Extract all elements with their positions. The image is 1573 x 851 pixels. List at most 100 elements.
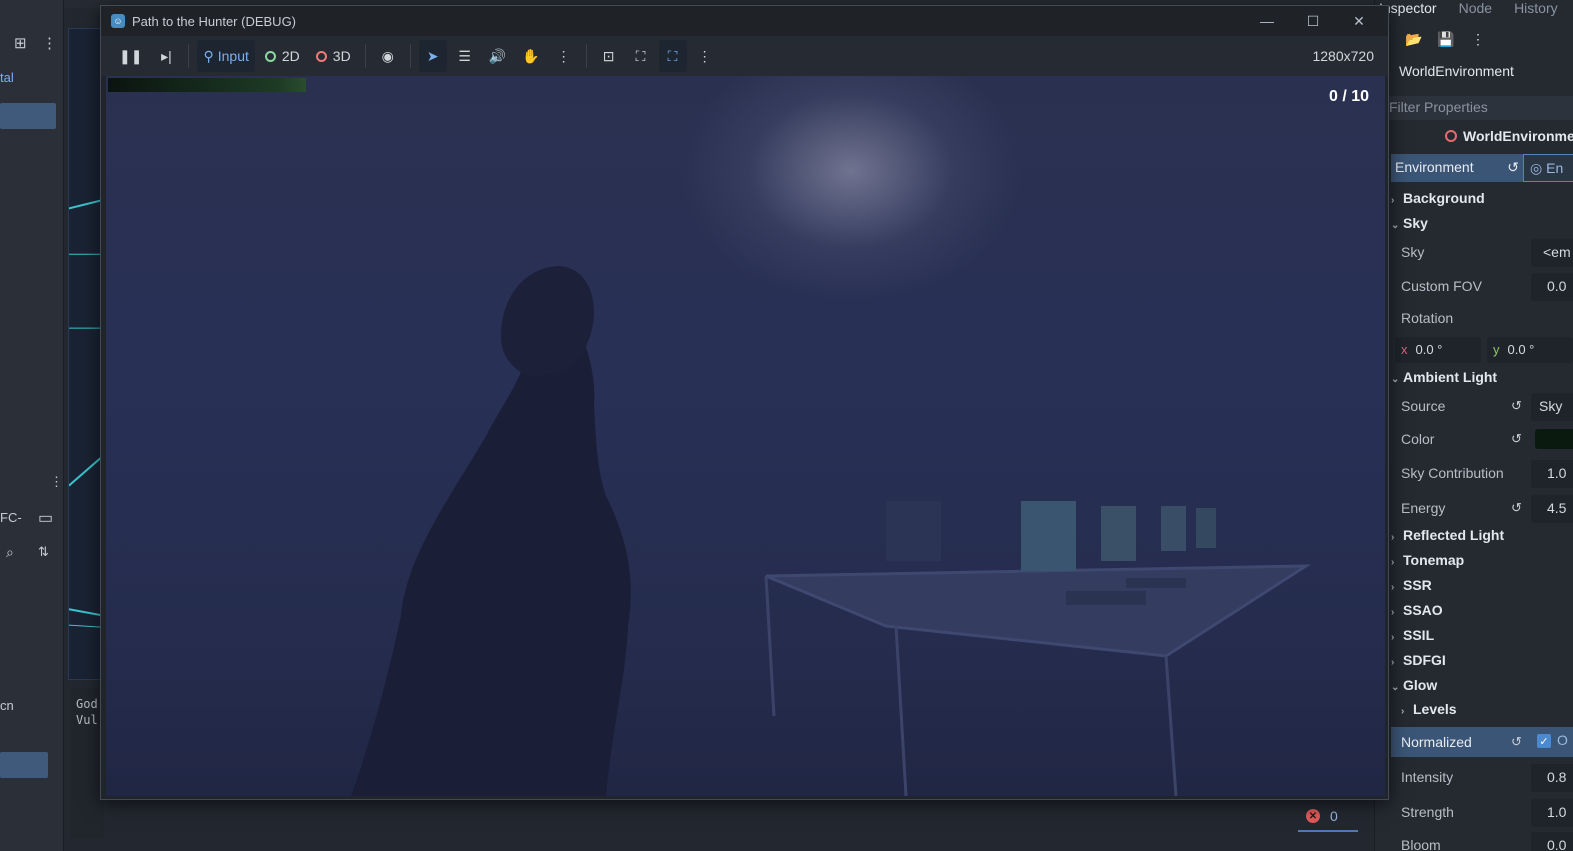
rotation-y-input[interactable]: y 0.0 ° (1487, 337, 1573, 363)
error-counter-button[interactable]: ✕ 0 (1298, 802, 1358, 832)
list-select-icon[interactable]: ☰ (451, 40, 479, 72)
section-ssr[interactable]: › SSR (1391, 577, 1432, 593)
revert-icon[interactable]: ↺ (1507, 159, 1519, 177)
intensity-input[interactable]: 0.8 (1531, 764, 1573, 792)
add-node-icon[interactable]: ⊞ (14, 34, 27, 52)
color-picker[interactable] (1535, 429, 1573, 449)
resource-header[interactable]: WorldEnvironment (1445, 128, 1573, 144)
window-titlebar[interactable]: ☺ Path to the Hunter (DEBUG) — ☐ ✕ (101, 6, 1388, 36)
audio-icon[interactable]: 🔊 (483, 40, 512, 72)
normalized-checkbox[interactable]: ✓ (1537, 734, 1551, 748)
environment-label: Environment (1395, 159, 1474, 175)
mode-3d-button[interactable]: 3D (310, 40, 357, 72)
input-mode-button[interactable]: ⚲ Input (197, 40, 255, 72)
toolbar-separator (585, 44, 587, 68)
node3d-icon (315, 50, 327, 62)
prop-rotation: Rotation (1401, 310, 1454, 326)
section-sky[interactable]: ⌄ Sky (1391, 215, 1428, 231)
source-dropdown[interactable]: Sky (1531, 393, 1573, 421)
focus-icon[interactable]: ⊡ (595, 40, 623, 72)
section-ssil[interactable]: › SSIL (1391, 627, 1434, 643)
section-ambient-light[interactable]: ⌄ Ambient Light (1391, 369, 1497, 385)
prop-sky: Sky <em (1391, 237, 1573, 267)
filter-properties-input[interactable]: Filter Properties (1383, 96, 1573, 120)
left-dock: ⊞ ⋮ tal ⋮ FC- ▭ ⌕ ⇅ cn (0, 0, 64, 851)
selected-node-name[interactable]: WorldEnvironment (1399, 63, 1514, 79)
window-icon[interactable]: ▭ (38, 508, 53, 528)
desktop: ⊞ ⋮ tal ⋮ FC- ▭ ⌕ ⇅ cn God Vul ✕ 0 Inspe… (0, 0, 1573, 851)
section-background[interactable]: › Background (1391, 190, 1485, 206)
node2d-icon (264, 50, 276, 62)
prop-bloom: Bloom 0.0 (1391, 830, 1573, 851)
select-arrow-icon[interactable]: ➤ (418, 40, 447, 72)
filesystem-tab[interactable]: tal (0, 70, 14, 85)
game-window: ☺ Path to the Hunter (DEBUG) — ☐ ✕ ❚❚ ▸|… (100, 5, 1389, 800)
path-field[interactable]: FC- (0, 510, 22, 525)
collectible-counter: 0 / 10 (1328, 88, 1369, 105)
sky-resource-picker[interactable]: <em (1531, 239, 1573, 267)
prop-energy: Energy ↺ 4.5 (1391, 493, 1573, 523)
floor (106, 496, 1385, 796)
folder-open-icon[interactable]: 📂 (1405, 30, 1423, 48)
tab-history[interactable]: History (1514, 0, 1558, 18)
mode-2d-button[interactable]: 2D (259, 40, 306, 72)
toolbar-separator (188, 44, 190, 68)
toolbar-separator (409, 44, 411, 68)
inspector-tabs: Inspector Node History (1375, 0, 1558, 18)
prop-sky-contribution: Sky Contribution 1.0 (1391, 458, 1573, 488)
error-icon: ✕ (1306, 809, 1320, 823)
environment-property[interactable]: Environment ↺ ◎ En (1391, 154, 1573, 182)
revert-icon[interactable]: ↺ (1511, 431, 1522, 447)
section-sdfgi[interactable]: › SDFGI (1391, 652, 1446, 668)
rotation-x-input[interactable]: x 0.0 ° (1395, 337, 1481, 363)
fullscreen-icon[interactable]: ⛶ (627, 40, 655, 72)
window-controls: — ☐ ✕ (1244, 6, 1382, 36)
embed-icon[interactable]: ⛶ (658, 40, 687, 72)
game-viewport[interactable]: 0 / 10 (106, 76, 1385, 796)
close-icon[interactable]: ✕ (1336, 6, 1382, 36)
resolution-label: 1280x720 (1312, 48, 1374, 64)
camera-icon[interactable]: ✋ (516, 40, 545, 72)
section-tonemap[interactable]: › Tonemap (1391, 552, 1464, 568)
more-icon[interactable]: ⋮ (42, 34, 57, 52)
window-title: Path to the Hunter (DEBUG) (132, 13, 297, 29)
eye-icon[interactable]: ◉ (374, 40, 402, 72)
prop-custom-fov: Custom FOV 0.0 (1391, 271, 1573, 301)
sort-icon[interactable]: ⇅ (38, 544, 49, 560)
rotation-xy: x 0.0 ° y 0.0 ° (1395, 337, 1573, 363)
resource-name: WorldEnvironment (1463, 128, 1573, 144)
file-item[interactable]: cn (0, 698, 14, 713)
step-icon[interactable]: ▸| (152, 40, 180, 72)
energy-input[interactable]: 4.5 (1531, 495, 1573, 523)
selected-file-row[interactable] (0, 103, 56, 129)
error-count: 0 (1330, 808, 1338, 824)
godot-icon: ☺ (111, 14, 125, 28)
section-reflected-light[interactable]: › Reflected Light (1391, 527, 1504, 543)
editor-3d-viewport[interactable] (68, 28, 102, 680)
tab-node[interactable]: Node (1459, 0, 1492, 18)
minimize-icon[interactable]: — (1244, 6, 1290, 36)
revert-icon[interactable]: ↺ (1511, 500, 1522, 516)
sky-contribution-input[interactable]: 1.0 (1531, 460, 1573, 488)
normalized-value: O (1557, 732, 1568, 748)
revert-icon[interactable]: ↺ (1511, 734, 1522, 750)
more-icon[interactable]: ⋮ (50, 474, 63, 490)
more-icon[interactable]: ⋮ (1469, 30, 1487, 48)
search-icon[interactable]: ⌕ (6, 544, 14, 561)
custom-fov-input[interactable]: 0.0 (1531, 273, 1573, 301)
toolbar-separator (364, 44, 366, 68)
pause-icon[interactable]: ❚❚ (113, 40, 148, 72)
more-icon[interactable]: ⋮ (691, 40, 719, 72)
environment-resource-picker[interactable]: ◎ En (1523, 154, 1573, 182)
maximize-icon[interactable]: ☐ (1290, 6, 1336, 36)
selected-file-row-2[interactable] (0, 752, 48, 778)
bloom-input[interactable]: 0.0 (1531, 832, 1573, 851)
section-glow[interactable]: ⌄ Glow (1391, 677, 1437, 693)
section-ssao[interactable]: › SSAO (1391, 602, 1443, 618)
more-icon[interactable]: ⋮ (550, 40, 578, 72)
strength-input[interactable]: 1.0 (1531, 799, 1573, 827)
viewport-grid (68, 199, 102, 628)
revert-icon[interactable]: ↺ (1511, 398, 1522, 414)
section-levels[interactable]: › Levels (1401, 701, 1457, 717)
save-icon[interactable]: 💾 (1437, 30, 1455, 48)
